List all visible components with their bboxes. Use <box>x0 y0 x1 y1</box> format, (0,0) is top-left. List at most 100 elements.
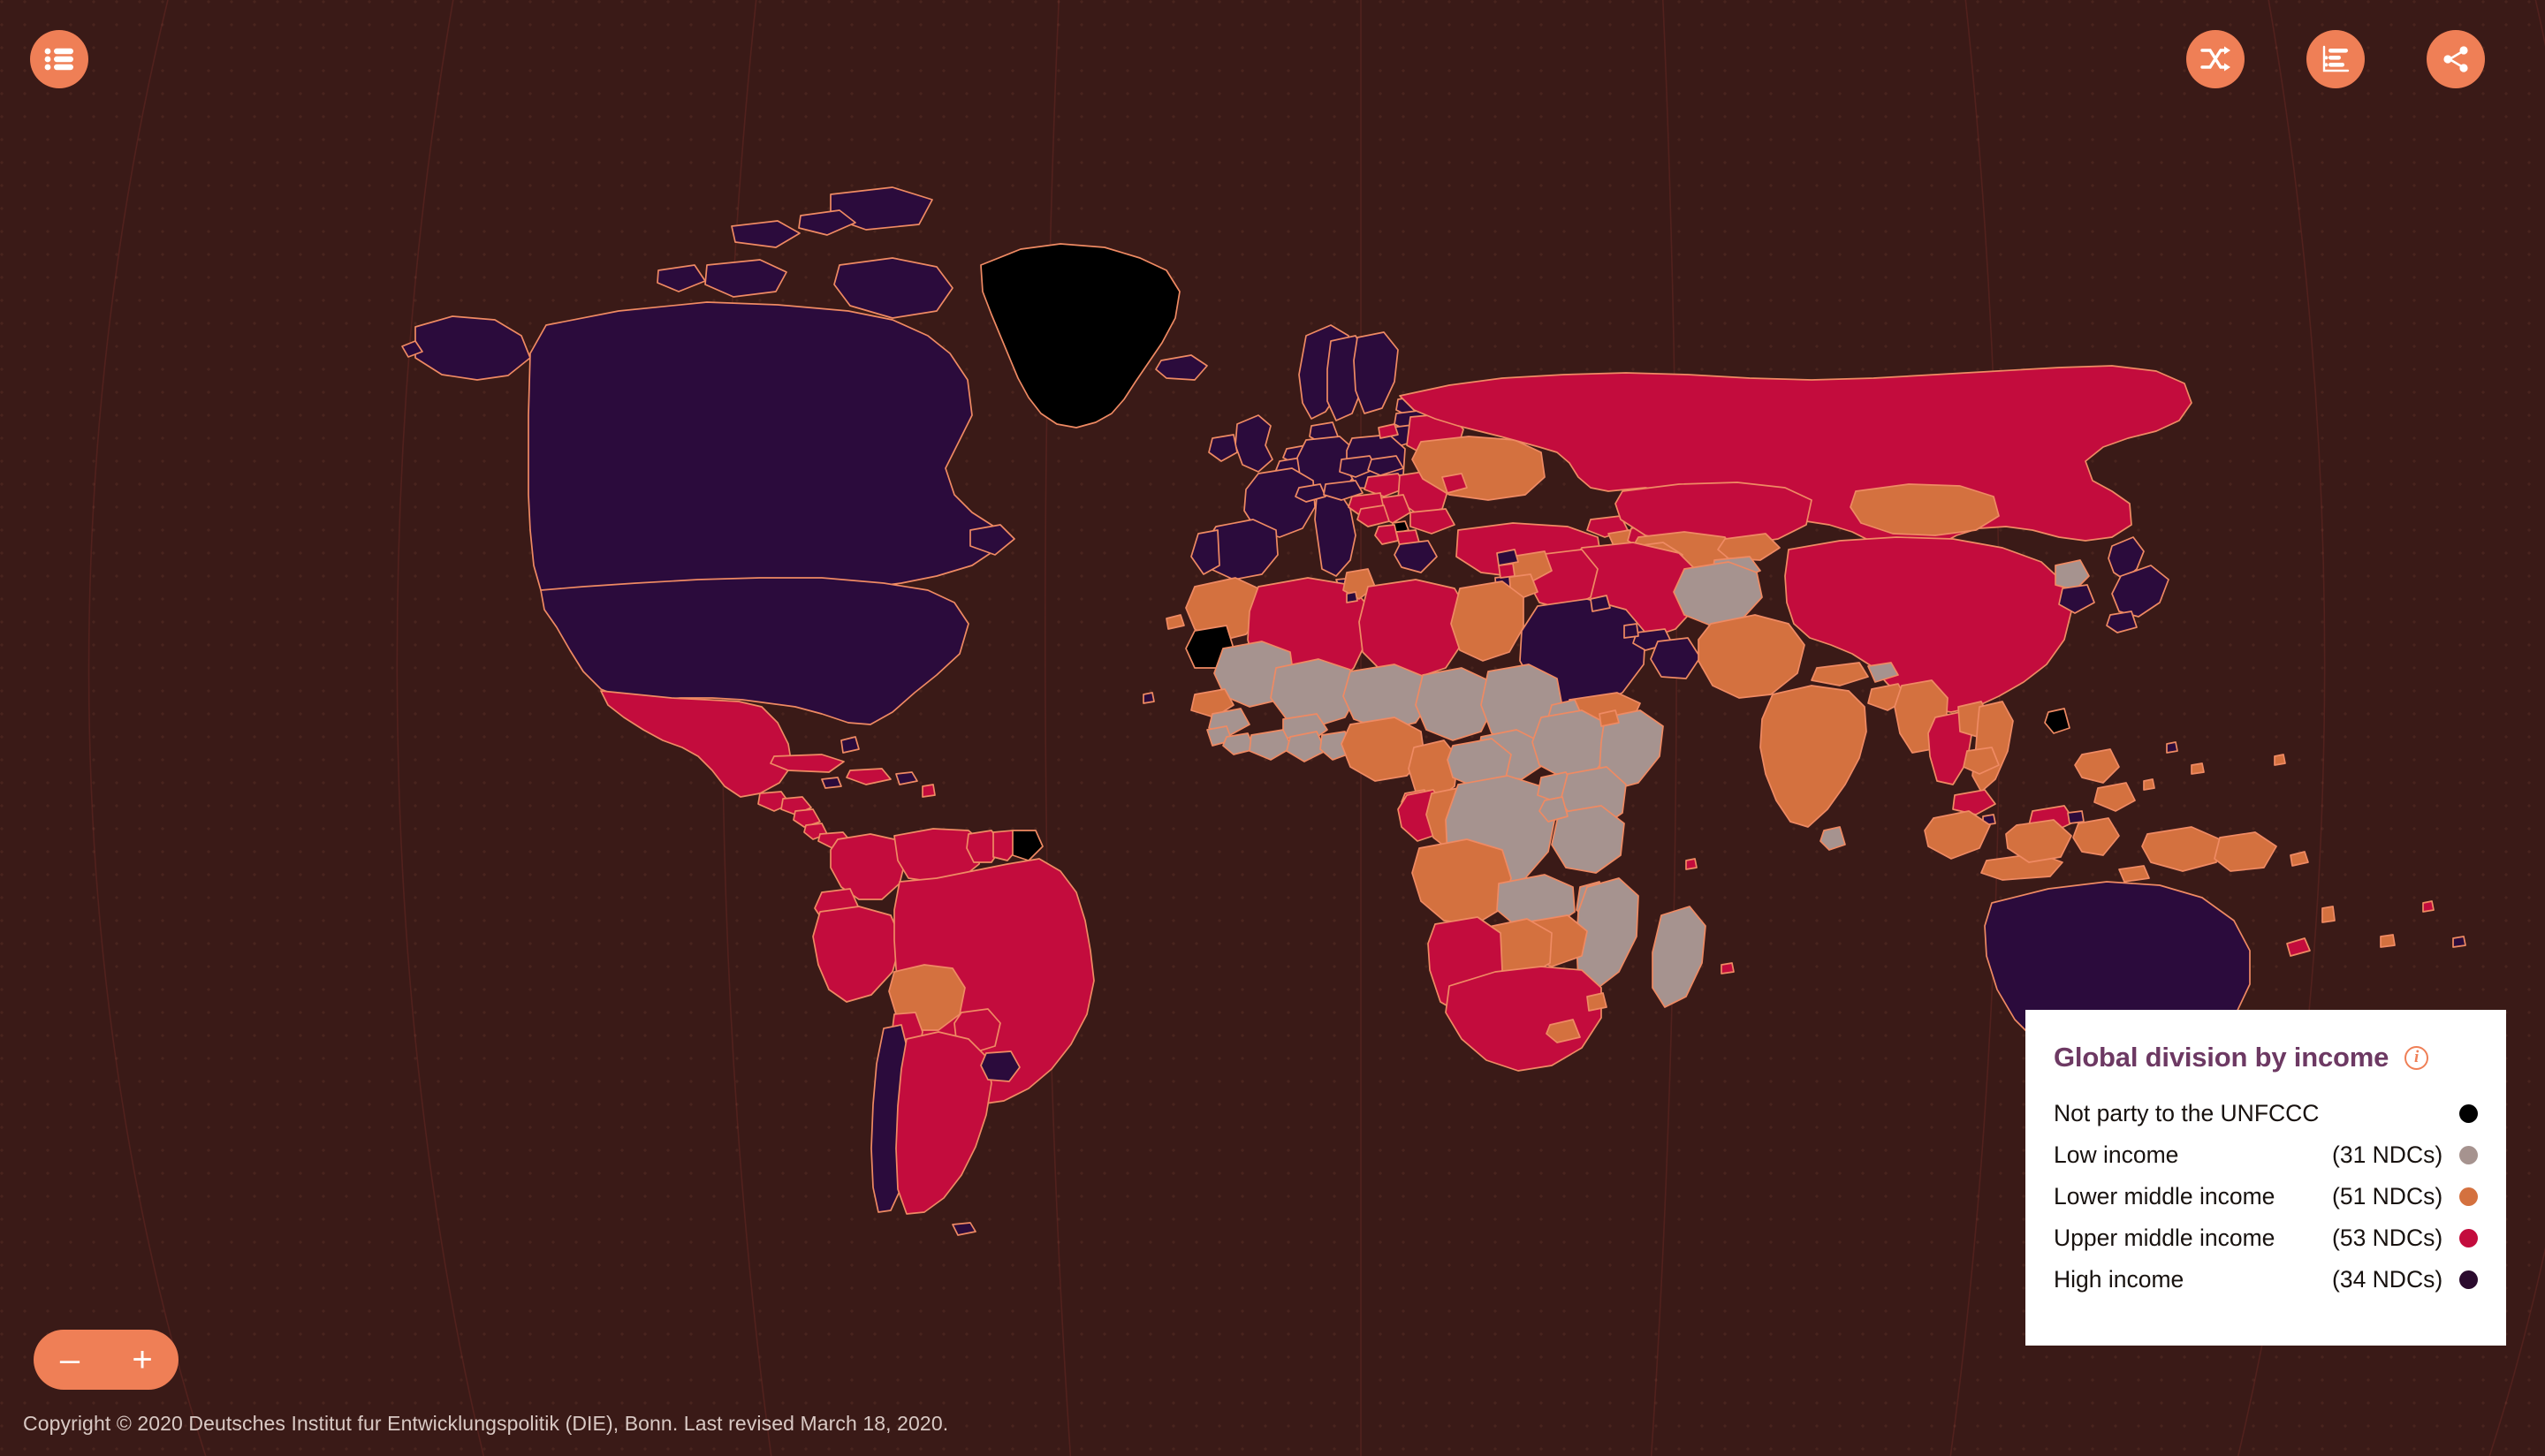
region-bahamas <box>840 736 860 754</box>
region-finland <box>1353 331 1399 414</box>
region-oman <box>1650 637 1701 679</box>
region-hispaniola <box>846 768 892 785</box>
legend-count: (53 NDCs) <box>2332 1225 2443 1251</box>
region-cyprus <box>1496 549 1519 566</box>
zoom-control[interactable]: – + <box>34 1330 179 1390</box>
region-canary-islands <box>1166 614 1185 630</box>
legend-label: Low income <box>2054 1141 2179 1168</box>
region-cape-verde <box>1143 692 1155 704</box>
legend-rows: Not party to the UNFCCC Low income (31 N… <box>2025 1093 2506 1301</box>
legend-swatch-upper-middle-income <box>2459 1229 2478 1247</box>
shuffle-button[interactable] <box>2186 30 2245 88</box>
region-canada <box>528 301 999 616</box>
list-menu-icon <box>44 48 73 71</box>
shuffle-icon <box>2200 46 2230 72</box>
region-greece <box>1394 540 1438 573</box>
region-png <box>2214 831 2277 872</box>
region-brunei <box>2067 810 2085 824</box>
region-egypt <box>1450 580 1524 662</box>
region-puerto-rico <box>895 771 918 785</box>
region-portugal <box>1190 529 1220 575</box>
info-icon[interactable]: i <box>2404 1045 2429 1070</box>
region-timor <box>2118 865 2150 883</box>
legend-swatch-high-income <box>2459 1270 2478 1289</box>
region-nepal <box>1811 662 1869 686</box>
legend-count: (34 NDCs) <box>2332 1266 2443 1293</box>
region-taiwan <box>2044 708 2070 734</box>
region-bulgaria <box>1409 508 1455 535</box>
region-philippines-luzon <box>2074 748 2120 784</box>
region-malta <box>1346 591 1358 603</box>
region-new-caledonia <box>2286 937 2311 957</box>
legend-item-high-income[interactable]: High income (34 NDCs) <box>2054 1259 2478 1301</box>
region-sri-lanka <box>1819 826 1846 851</box>
region-indonesia-papua <box>2141 826 2221 872</box>
region-eswatini <box>1586 992 1607 1012</box>
region-south-africa <box>1445 966 1602 1072</box>
legend-label: Lower middle income <box>2054 1183 2275 1210</box>
region-french-guiana <box>1012 830 1044 861</box>
region-palau <box>2143 778 2155 791</box>
region-ivory-coast <box>1249 729 1293 761</box>
region-malaysia <box>1952 789 1996 815</box>
region-micronesia <box>2191 762 2205 775</box>
region-jamaica <box>821 777 842 789</box>
region-mauritius <box>1721 962 1735 974</box>
region-kuwait <box>1590 595 1611 612</box>
region-alaska <box>414 315 531 381</box>
region-seychelles <box>1685 858 1698 870</box>
region-united-states <box>540 577 969 725</box>
legend-title-row: Global division by income i <box>2025 1010 2506 1073</box>
copyright-text: Copyright © 2020 Deutsches Institut fur … <box>23 1412 949 1435</box>
region-philippines-mindanao <box>2093 782 2136 812</box>
legend-swatch-lower-middle-income <box>2459 1187 2478 1206</box>
region-banks-island <box>657 264 706 292</box>
region-iceland <box>1155 354 1208 381</box>
region-vanuatu <box>2321 906 2336 923</box>
region-falklands <box>952 1222 976 1236</box>
zoom-in-button[interactable]: + <box>106 1330 179 1390</box>
region-uk <box>1235 414 1273 473</box>
chart-button[interactable] <box>2306 30 2365 88</box>
region-indonesia-sumatra <box>1924 810 1991 860</box>
legend-item-low-income[interactable]: Low income (31 NDCs) <box>2054 1134 2478 1176</box>
region-samoa <box>2422 900 2435 913</box>
region-djibouti <box>1599 709 1620 727</box>
region-india <box>1759 685 1867 828</box>
region-baffin-island <box>833 257 953 319</box>
zoom-out-button[interactable]: – <box>34 1330 106 1390</box>
region-bosnia <box>1356 504 1390 527</box>
region-argentina <box>895 1031 992 1215</box>
region-pakistan <box>1698 614 1805 699</box>
region-ireland <box>1208 434 1238 462</box>
region-victoria-island <box>704 259 787 298</box>
region-arctic-isles-a <box>731 220 801 248</box>
region-mexico <box>600 690 793 798</box>
region-madagascar <box>1652 906 1706 1008</box>
region-albania <box>1374 524 1399 545</box>
region-lebanon <box>1498 563 1516 579</box>
region-solomon-islands <box>2290 851 2309 867</box>
bar-chart-icon <box>2322 45 2350 72</box>
region-angola <box>1411 838 1512 925</box>
legend-item-lower-middle-income[interactable]: Lower middle income (51 NDCs) <box>2054 1176 2478 1217</box>
menu-button[interactable] <box>30 30 88 88</box>
region-greenland <box>980 243 1181 428</box>
share-button[interactable] <box>2427 30 2485 88</box>
legend-item-upper-middle-income[interactable]: Upper middle income (53 NDCs) <box>2054 1217 2478 1259</box>
region-french-polynesia <box>2452 936 2466 948</box>
region-vietnam <box>1971 701 2014 792</box>
map-application: .ctry { stroke: #ef8a63; stroke-width: 1… <box>0 0 2545 1456</box>
region-peru <box>812 906 902 1003</box>
share-icon <box>2443 46 2468 72</box>
legend-item-not-party[interactable]: Not party to the UNFCCC <box>2054 1093 2478 1134</box>
legend-panel[interactable]: Global division by income i Not party to… <box>2025 1010 2506 1346</box>
legend-count: (51 NDCs) <box>2332 1183 2443 1210</box>
region-fiji <box>2380 934 2396 948</box>
region-japan-kyushu <box>2106 610 2138 633</box>
region-marshall-islands <box>2274 754 2286 766</box>
legend-label: Upper middle income <box>2054 1225 2275 1251</box>
legend-swatch-not-party <box>2459 1104 2478 1123</box>
region-guam <box>2166 741 2178 754</box>
legend-title: Global division by income <box>2054 1042 2389 1073</box>
